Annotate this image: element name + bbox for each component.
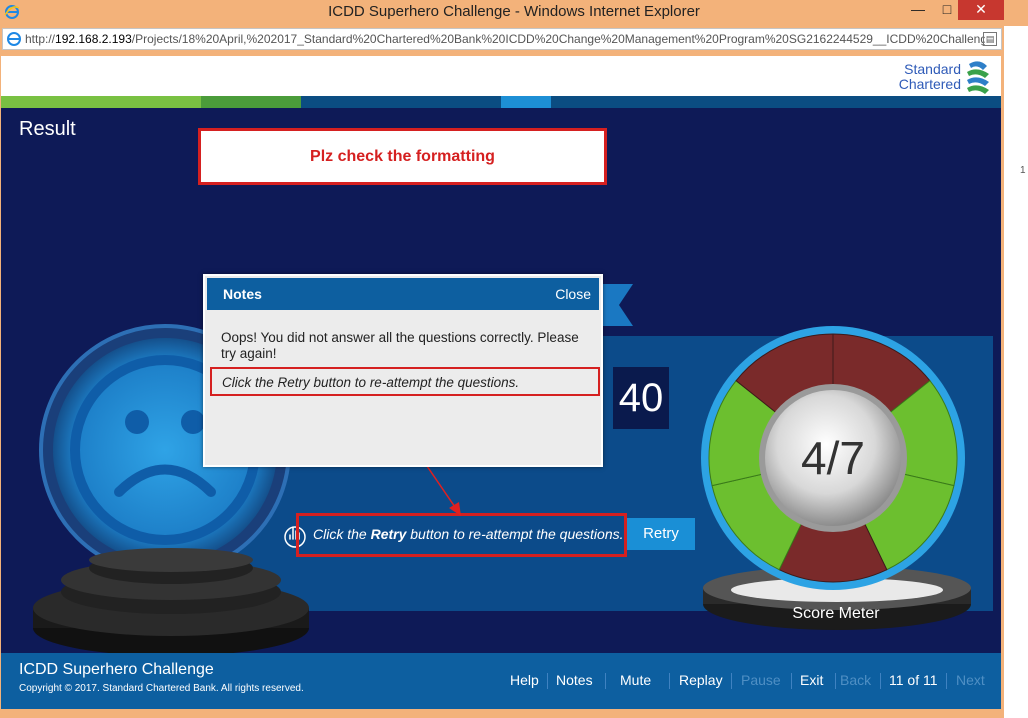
help-button[interactable]: Help [510, 672, 539, 688]
color-segment [301, 96, 451, 108]
review-comment-text: Plz check the formatting [310, 148, 495, 165]
nav-divider [605, 673, 606, 689]
notes-close-button[interactable]: Close [555, 286, 591, 302]
minimize-button[interactable]: — [900, 0, 936, 20]
notes-button[interactable]: Notes [556, 672, 593, 688]
background-text-fragment: 1 [1020, 165, 1026, 176]
nav-divider [791, 673, 792, 689]
retry-instruction-callout: Click the Retry button to re-attempt the… [296, 513, 627, 557]
notes-dialog: Notes Close Oops! You did not answer all… [203, 274, 603, 467]
copyright-text: Copyright © 2017. Standard Chartered Ban… [19, 683, 304, 694]
course-header: Standard Chartered [1, 56, 1001, 96]
notes-hint-callout: Click the Retry button to re-attempt the… [210, 367, 600, 396]
score-value: 40 [613, 367, 669, 429]
maximize-button[interactable]: □ [936, 0, 958, 20]
nav-divider [946, 673, 947, 689]
score-meter-gauge: 4/7 [701, 326, 971, 630]
color-segment [501, 96, 551, 108]
color-segment [1, 96, 201, 108]
next-button[interactable]: Next [956, 672, 985, 688]
address-bar[interactable]: http://192.168.2.193/Projects/18%20April… [2, 28, 1002, 50]
window-titlebar: ICDD Superhero Challenge - Windows Inter… [0, 0, 1028, 26]
page-title: Result [19, 118, 76, 140]
back-button[interactable]: Back [840, 672, 871, 688]
notes-hint-text: Click the Retry button to re-attempt the… [222, 375, 520, 390]
notes-message: Oops! You did not answer all the questio… [221, 330, 579, 361]
replay-button[interactable]: Replay [679, 672, 723, 688]
standard-chartered-logo: Standard Chartered [895, 58, 991, 96]
background-window-strip: 1 [1004, 26, 1028, 718]
page-icon [7, 32, 21, 46]
pause-button[interactable]: Pause [741, 672, 781, 688]
podium-pedestal [33, 548, 309, 653]
meter-score-text: 4/7 [801, 432, 865, 484]
course-title: ICDD Superhero Challenge [19, 661, 214, 678]
compatibility-view-icon[interactable]: ▤ [983, 32, 997, 46]
mute-button[interactable]: Mute [620, 672, 651, 688]
nav-divider [731, 673, 732, 689]
color-segment [551, 96, 1001, 108]
notes-header: Notes Close [207, 278, 599, 310]
page-indicator: 11 of 11 [889, 672, 938, 688]
nav-divider [669, 673, 670, 689]
exit-button[interactable]: Exit [800, 672, 823, 688]
score-meter-label: Score Meter [792, 605, 880, 622]
logo-text: Standard Chartered [898, 61, 961, 92]
logo-mark-icon [967, 61, 989, 94]
nav-divider [880, 673, 881, 689]
course-footer: ICDD Superhero Challenge Copyright © 201… [1, 653, 1001, 709]
course-frame: Standard Chartered Result 40 Click the R… [1, 56, 1001, 709]
nav-divider [547, 673, 548, 689]
brand-color-bar [1, 96, 1001, 108]
color-segment [451, 96, 501, 108]
retry-instruction-text: Click the Retry button to re-attempt the… [313, 526, 624, 542]
review-comment-box: Plz check the formatting [198, 128, 607, 185]
window-title: ICDD Superhero Challenge - Windows Inter… [328, 3, 700, 20]
nav-divider [835, 673, 836, 689]
color-segment [201, 96, 301, 108]
window-bottom-border [0, 709, 1004, 718]
url-text[interactable]: http://192.168.2.193/Projects/18%20April… [25, 32, 985, 46]
retry-button[interactable]: Retry [627, 518, 695, 550]
close-window-button[interactable]: ✕ [958, 0, 1004, 20]
notes-title: Notes [223, 286, 262, 302]
result-stage: Result 40 Click the Retry button to re-a… [1, 108, 1001, 653]
